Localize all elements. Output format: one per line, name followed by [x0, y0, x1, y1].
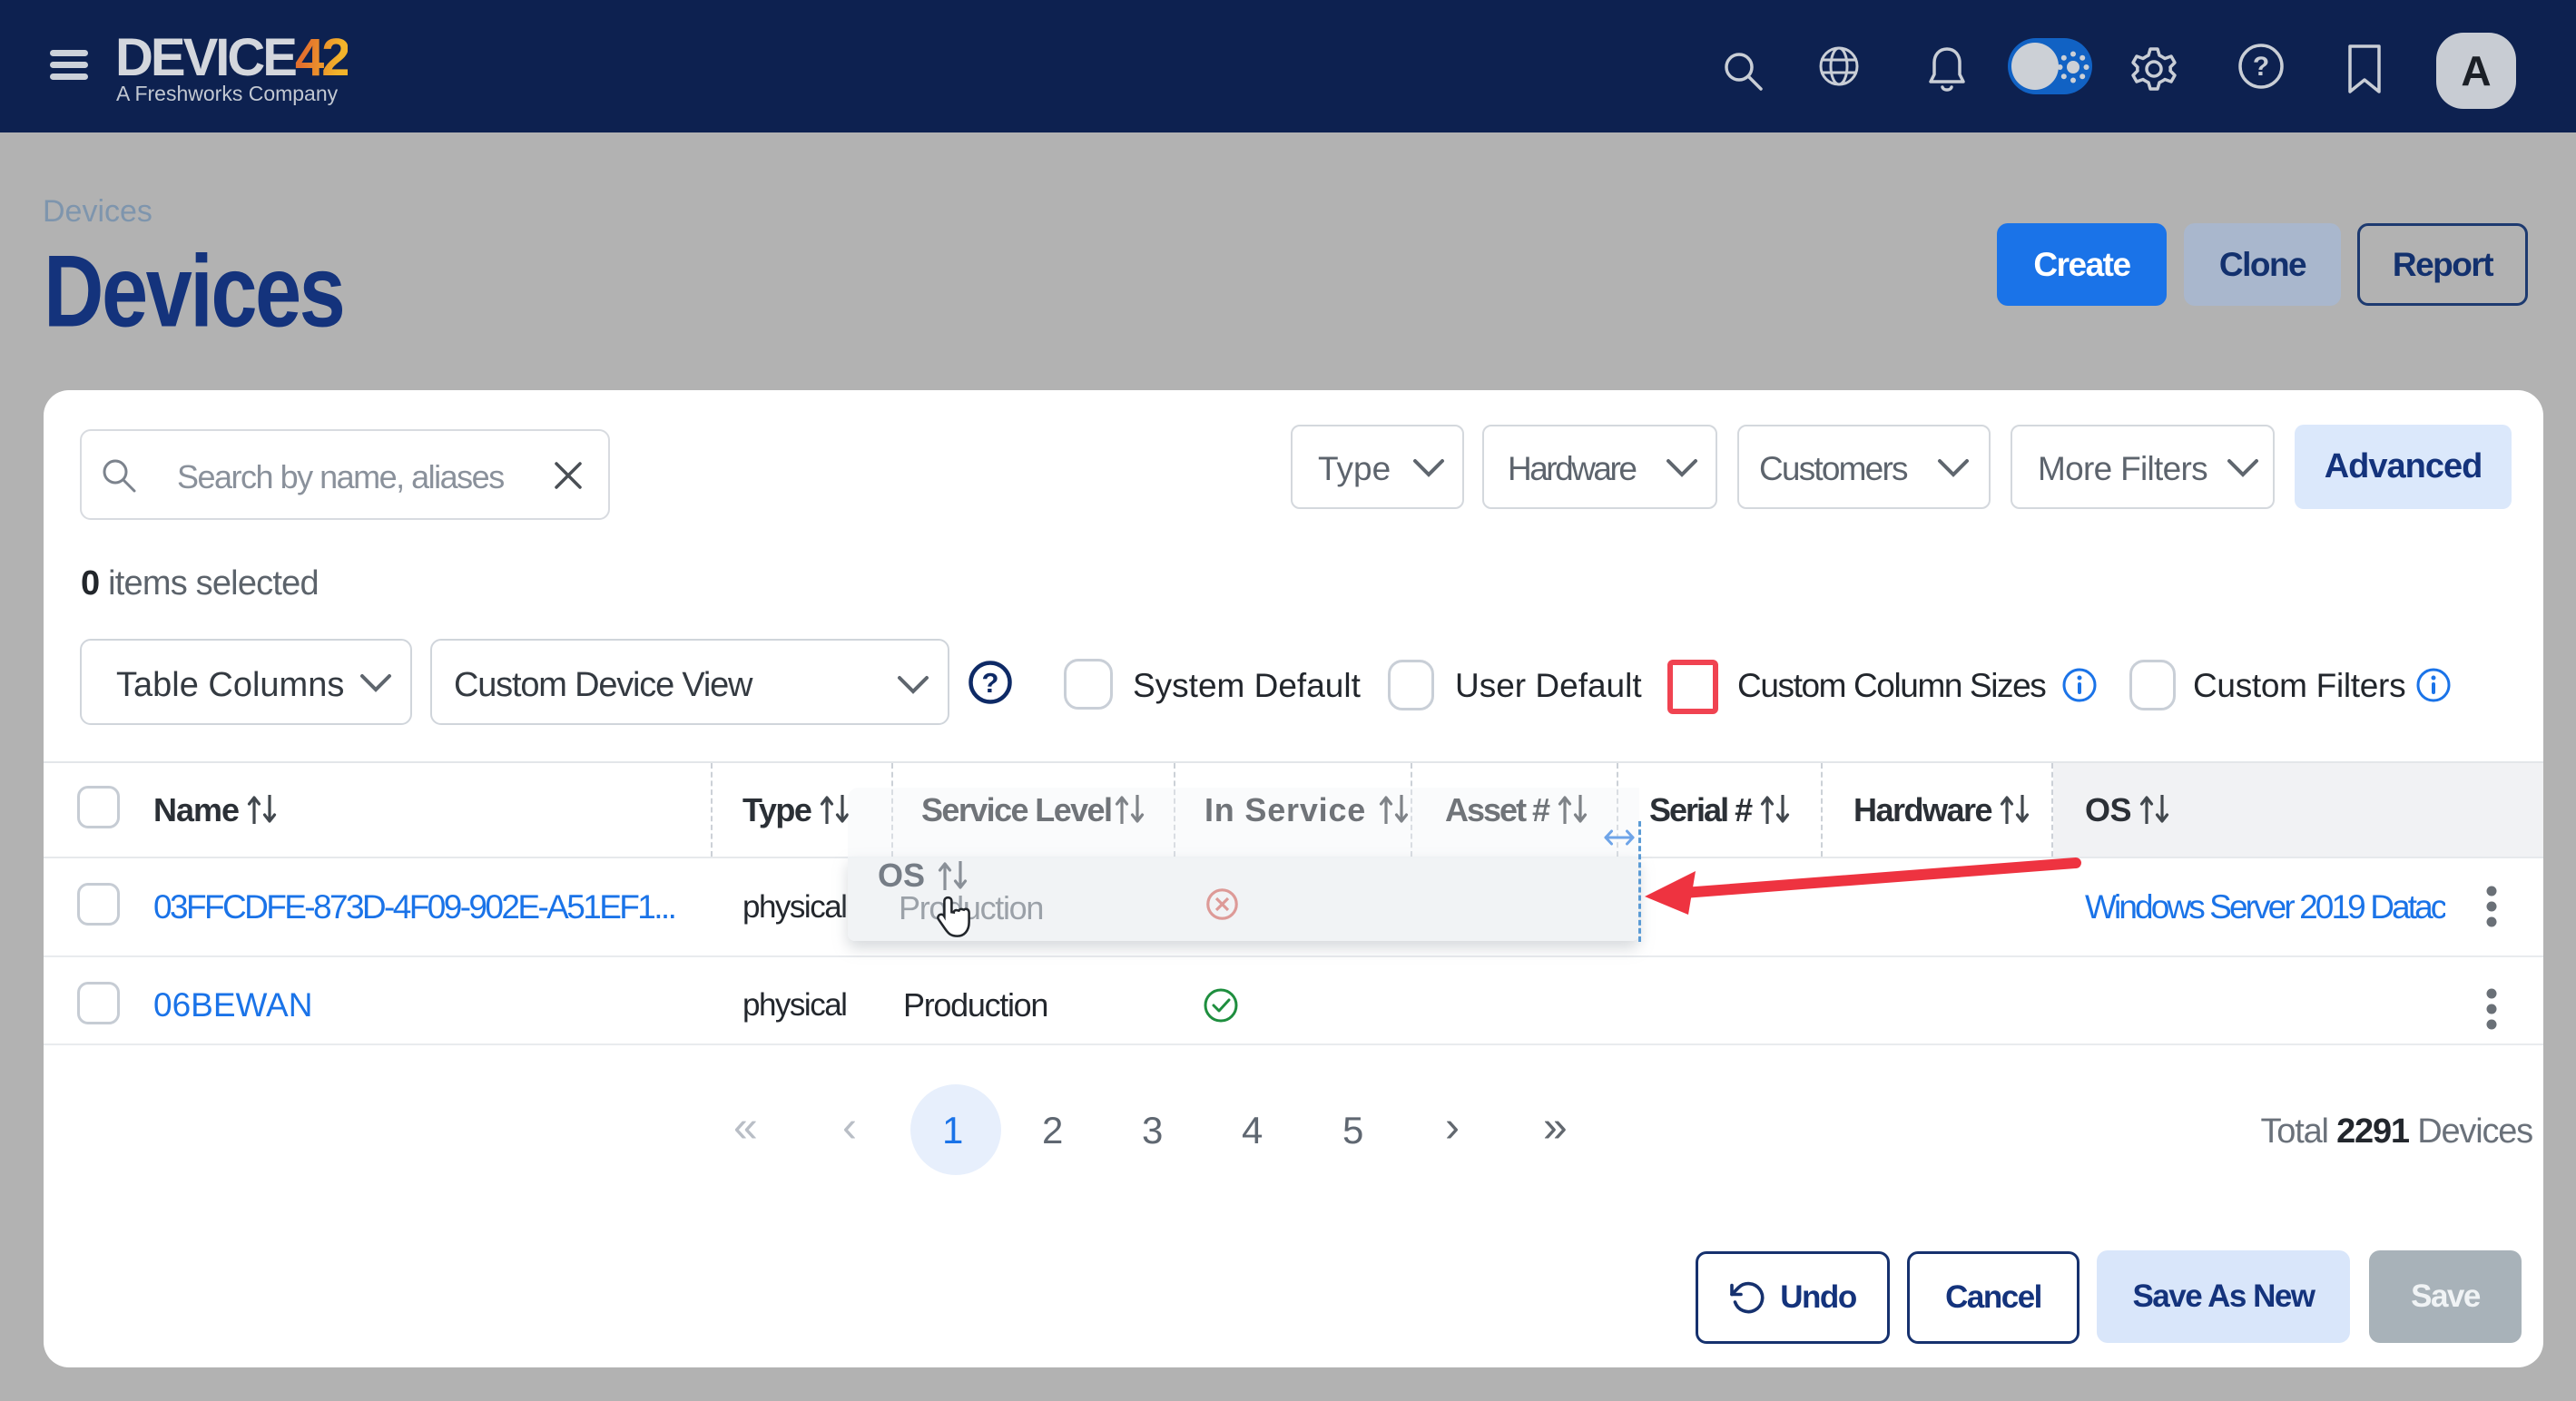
- svg-text:?: ?: [982, 667, 999, 699]
- svg-text:?: ?: [2253, 52, 2269, 82]
